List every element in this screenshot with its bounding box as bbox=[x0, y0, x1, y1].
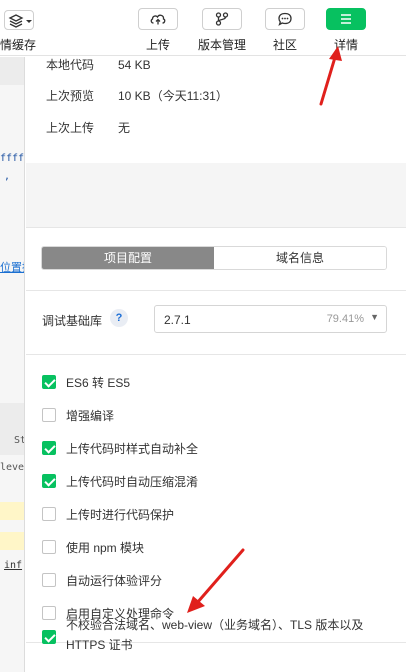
checkbox[interactable] bbox=[42, 630, 56, 644]
top-toolbar: 情缓存 上传 版本管理 社区 详情 bbox=[0, 0, 406, 56]
editor-link[interactable]: 位置招 bbox=[0, 259, 24, 275]
option-npm-modules[interactable]: 使用 npm 模块 bbox=[42, 537, 144, 557]
option-enhanced-compile[interactable]: 增强编译 bbox=[42, 405, 114, 425]
option-autoprefix-styles[interactable]: 上传代码时样式自动补全 bbox=[42, 438, 198, 458]
chevron-down-icon: ▼ bbox=[370, 312, 379, 322]
checkbox[interactable] bbox=[42, 507, 56, 521]
checkbox[interactable] bbox=[42, 408, 56, 422]
cloud-upload-icon bbox=[150, 14, 166, 25]
checkbox[interactable] bbox=[42, 573, 56, 587]
base-library-select[interactable]: 2.7.1 79.41% ▼ bbox=[154, 305, 387, 333]
upload-label: 上传 bbox=[145, 38, 171, 52]
divider bbox=[26, 290, 406, 291]
base-library-row: 调试基础库 ? 2.7.1 79.41% ▼ bbox=[42, 305, 388, 335]
option-minify-code[interactable]: 上传代码时自动压缩混淆 bbox=[42, 471, 198, 491]
tab-project-config[interactable]: 项目配置 bbox=[42, 247, 214, 269]
option-es6-to-es5[interactable]: ES6 转 ES5 bbox=[42, 372, 130, 392]
settings-tabs: 项目配置 域名信息 bbox=[41, 246, 387, 270]
base-library-version: 2.7.1 bbox=[164, 313, 191, 327]
version-management-label: 版本管理 bbox=[197, 38, 247, 52]
option-code-protection[interactable]: 上传时进行代码保护 bbox=[42, 504, 174, 524]
info-row-last-upload: 上次上传无 bbox=[46, 121, 131, 135]
code-line: ffff' bbox=[0, 153, 25, 164]
console-level-text: level bbox=[0, 462, 25, 473]
community-label: 社区 bbox=[272, 38, 298, 52]
console-tab-text: St bbox=[14, 435, 25, 446]
branch-icon bbox=[215, 12, 229, 26]
info-row-local-code: 本地代码 54 KB bbox=[46, 58, 151, 72]
version-management-button[interactable]: 版本管理 bbox=[197, 8, 247, 54]
checkbox[interactable] bbox=[42, 606, 56, 620]
project-info: 本地代码 54 KB 上次预览 10 KB（今天11:31） 上次上传无 bbox=[26, 57, 406, 163]
details-label: 详情 bbox=[333, 38, 359, 52]
base-library-coverage: 79.41% bbox=[326, 313, 364, 325]
chat-bubble-icon bbox=[278, 12, 292, 26]
details-panel: 本地代码 54 KB 上次预览 10 KB（今天11:31） 上次上传无 项目配置 … bbox=[26, 57, 406, 672]
community-button[interactable]: 社区 bbox=[264, 8, 306, 54]
option-auto-score[interactable]: 自动运行体验评分 bbox=[42, 570, 162, 590]
project-settings: 项目配置 域名信息 调试基础库 ? 2.7.1 79.41% ▼ ES6 转 E… bbox=[26, 227, 406, 672]
base-library-label: 调试基础库 bbox=[42, 314, 103, 328]
menu-icon bbox=[341, 14, 351, 24]
checkbox[interactable] bbox=[42, 441, 56, 455]
code-line: , bbox=[4, 171, 11, 182]
divider bbox=[26, 354, 406, 355]
details-button[interactable]: 详情 bbox=[325, 8, 367, 54]
checkbox[interactable] bbox=[42, 375, 56, 389]
info-row-last-preview: 上次预览 10 KB（今天11:31） bbox=[46, 89, 228, 103]
cache-label: 情缓存 bbox=[0, 38, 37, 52]
checkbox[interactable] bbox=[42, 474, 56, 488]
cache-tool[interactable]: 情缓存 bbox=[0, 0, 40, 56]
checkbox[interactable] bbox=[42, 540, 56, 554]
upload-button[interactable]: 上传 bbox=[137, 8, 179, 54]
code-editor-edge: ffff' , 位置招 St level inf bbox=[0, 57, 25, 672]
layers-icon bbox=[8, 14, 32, 28]
help-icon[interactable]: ? bbox=[110, 309, 128, 327]
tab-domain-info[interactable]: 域名信息 bbox=[214, 247, 386, 269]
console-info-text: inf bbox=[4, 560, 23, 571]
layers-button[interactable] bbox=[4, 10, 34, 30]
